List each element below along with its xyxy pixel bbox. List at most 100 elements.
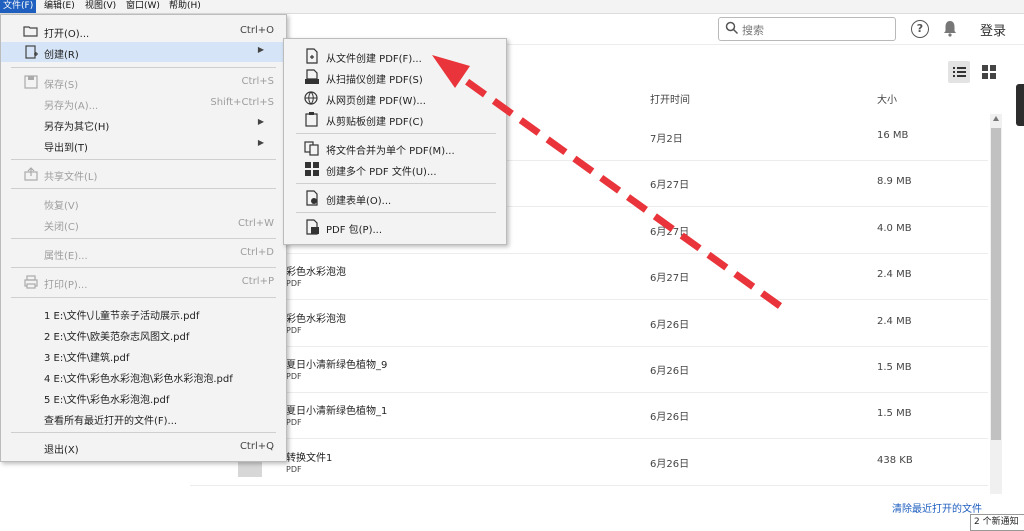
- menu-divider: [11, 238, 276, 239]
- help-icon[interactable]: ?: [911, 20, 929, 38]
- file-type: PDF: [286, 326, 302, 335]
- file-size: 438 KB: [877, 455, 913, 466]
- menu-divider: [11, 432, 276, 433]
- file-type: PDF: [286, 372, 302, 381]
- table-row[interactable]: 彩色水彩泡泡 PDF 6月26日 2.4 MB: [190, 300, 988, 347]
- list-view-button[interactable]: [948, 61, 970, 83]
- print-icon: [24, 275, 38, 289]
- file-name: 转换文件1: [286, 453, 333, 464]
- menu-item-save[interactable]: 保存(S) Ctrl+S: [1, 72, 286, 92]
- file-date: 6月26日: [650, 459, 690, 470]
- menu-edit[interactable]: 编辑(E): [41, 0, 78, 13]
- menu-item-shortcut: Ctrl+W: [237, 218, 274, 229]
- menu-item-recent-2[interactable]: 2 E:\文件\欧美范杂志风图文.pdf: [1, 324, 286, 344]
- file-date: 6月27日: [650, 180, 690, 191]
- menu-bar: 文件(F) 编辑(E) 视图(V) 窗口(W) 帮助(H): [0, 0, 1024, 14]
- submenu-item-label: 创建多个 PDF 文件(U)...: [326, 167, 437, 178]
- menu-item-close[interactable]: 关闭(C) Ctrl+W: [1, 214, 286, 234]
- menu-item-label: 导出到(T): [44, 143, 88, 154]
- file-date: 6月26日: [650, 412, 690, 423]
- menu-item-revert[interactable]: 恢复(V): [1, 193, 286, 213]
- menu-divider: [11, 67, 276, 68]
- submenu-item-from-web[interactable]: 从网页创建 PDF(W)...: [284, 88, 506, 108]
- menu-item-label: 恢复(V): [44, 201, 79, 212]
- menu-item-exit[interactable]: 退出(X) Ctrl+Q: [1, 437, 286, 457]
- menu-item-label: 打开(O)...: [44, 29, 90, 40]
- submenu-item-combine[interactable]: 将文件合并为单个 PDF(M)...: [284, 138, 506, 158]
- scanner-icon: [305, 69, 319, 84]
- menu-item-label: 5 E:\文件\彩色水彩泡泡.pdf: [44, 395, 170, 406]
- menu-item-label: 另存为(A)...: [44, 101, 99, 112]
- menu-item-export-to[interactable]: 导出到(T) ▶: [1, 135, 286, 155]
- menu-item-recent-4[interactable]: 4 E:\文件\彩色水彩泡泡\彩色水彩泡泡.pdf: [1, 366, 286, 386]
- submenu-item-from-clipboard[interactable]: 从剪贴板创建 PDF(C): [284, 109, 506, 129]
- menu-item-shortcut: Ctrl+O: [239, 25, 274, 36]
- menu-file[interactable]: 文件(F): [0, 0, 37, 13]
- file-type: PDF: [286, 418, 302, 427]
- menu-item-print[interactable]: 打印(P)... Ctrl+P: [1, 272, 286, 292]
- menu-item-recent-1[interactable]: 1 E:\文件\儿童节亲子活动展示.pdf: [1, 303, 286, 323]
- menu-item-shortcut: Ctrl+S: [241, 76, 274, 87]
- menu-item-recent-5[interactable]: 5 E:\文件\彩色水彩泡泡.pdf: [1, 387, 286, 407]
- notification-toast[interactable]: 2 个新通知: [970, 514, 1024, 531]
- menu-item-save-as-other[interactable]: 另存为其它(H) ▶: [1, 114, 286, 134]
- menu-item-label: 退出(X): [44, 445, 79, 456]
- menu-help[interactable]: 帮助(H): [166, 0, 204, 13]
- folder-open-icon: [23, 26, 38, 37]
- file-date: 6月26日: [650, 320, 690, 331]
- menu-item-label: 打印(P)...: [44, 280, 88, 291]
- menu-item-recent-3[interactable]: 3 E:\文件\建筑.pdf: [1, 345, 286, 365]
- file-date: 6月27日: [650, 273, 690, 284]
- column-opened-time[interactable]: 打开时间: [650, 91, 690, 106]
- table-row[interactable]: 夏日小清新绿色植物_1 PDF 6月26日 1.5 MB: [190, 392, 988, 439]
- submenu-arrow-icon: ▶: [257, 117, 264, 126]
- file-date: 6月26日: [650, 366, 690, 377]
- file-size: 16 MB: [877, 130, 909, 141]
- menu-item-shortcut: Ctrl+Q: [239, 441, 274, 452]
- column-size[interactable]: 大小: [877, 91, 897, 106]
- file-menu-dropdown: 打开(O)... Ctrl+O 创建(R) ▶ 保存(S) Ctrl+S 另存为…: [0, 14, 287, 462]
- multiple-pdf-icon: [305, 162, 319, 176]
- table-row[interactable]: 彩色水彩泡泡 PDF 6月27日 2.4 MB: [190, 253, 988, 300]
- submenu-item-create-multiple[interactable]: 创建多个 PDF 文件(U)...: [284, 159, 506, 179]
- form-icon: [306, 190, 318, 206]
- menu-item-shortcut: Ctrl+D: [240, 247, 274, 258]
- file-date: 6月27日: [650, 227, 690, 238]
- submenu-item-label: 创建表单(O)...: [326, 196, 392, 207]
- side-widget[interactable]: [1016, 84, 1024, 126]
- table-row[interactable]: 转换文件1 PDF 6月26日 438 KB: [190, 439, 988, 486]
- menu-item-properties[interactable]: 属性(E)... Ctrl+D: [1, 243, 286, 263]
- menu-divider: [11, 159, 276, 160]
- save-icon: [24, 75, 38, 89]
- submenu-item-from-file[interactable]: 从文件创建 PDF(F)...: [284, 46, 506, 66]
- submenu-arrow-icon: ▶: [257, 138, 264, 147]
- menu-divider: [11, 188, 276, 189]
- submenu-item-pdf-portfolio[interactable]: PDF 包(P)...: [284, 217, 506, 237]
- clear-recent-link[interactable]: 清除最近打开的文件: [892, 500, 982, 515]
- menu-item-save-as[interactable]: 另存为(A)... Shift+Ctrl+S: [1, 93, 286, 113]
- pdf-from-file-icon: [306, 48, 318, 64]
- file-name: 夏日小清新绿色植物_1: [286, 406, 388, 417]
- table-row[interactable]: 夏日小清新绿色植物_9 PDF 6月26日 1.5 MB: [190, 346, 988, 393]
- menu-item-open[interactable]: 打开(O)... Ctrl+O: [1, 21, 286, 41]
- search-placeholder: 搜索: [742, 24, 764, 37]
- submenu-item-from-scanner[interactable]: 从扫描仪创建 PDF(S): [284, 67, 506, 87]
- menu-window[interactable]: 窗口(W): [123, 0, 163, 13]
- menu-item-create[interactable]: 创建(R) ▶: [1, 42, 286, 62]
- menu-item-label: 属性(E)...: [44, 251, 88, 262]
- menu-view[interactable]: 视图(V): [82, 0, 119, 13]
- search-box[interactable]: 搜索: [718, 17, 896, 41]
- file-size: 2.4 MB: [877, 269, 912, 280]
- scrollbar-thumb[interactable]: [991, 128, 1001, 440]
- menu-item-view-all-recent[interactable]: 查看所有最近打开的文件(F)...: [1, 408, 286, 428]
- submenu-item-create-form[interactable]: 创建表单(O)...: [284, 188, 506, 208]
- submenu-item-label: 从网页创建 PDF(W)...: [326, 96, 426, 107]
- bell-icon[interactable]: [942, 19, 958, 37]
- create-submenu: 从文件创建 PDF(F)... 从扫描仪创建 PDF(S) 从网页创建 PDF(…: [283, 38, 507, 245]
- menu-item-label: 共享文件(L): [44, 172, 98, 183]
- login-button[interactable]: 登录: [980, 20, 1006, 39]
- menu-item-share[interactable]: 共享文件(L): [1, 164, 286, 184]
- grid-view-icon[interactable]: [981, 64, 997, 80]
- search-icon: [725, 21, 739, 35]
- scroll-up-icon[interactable]: [993, 116, 999, 121]
